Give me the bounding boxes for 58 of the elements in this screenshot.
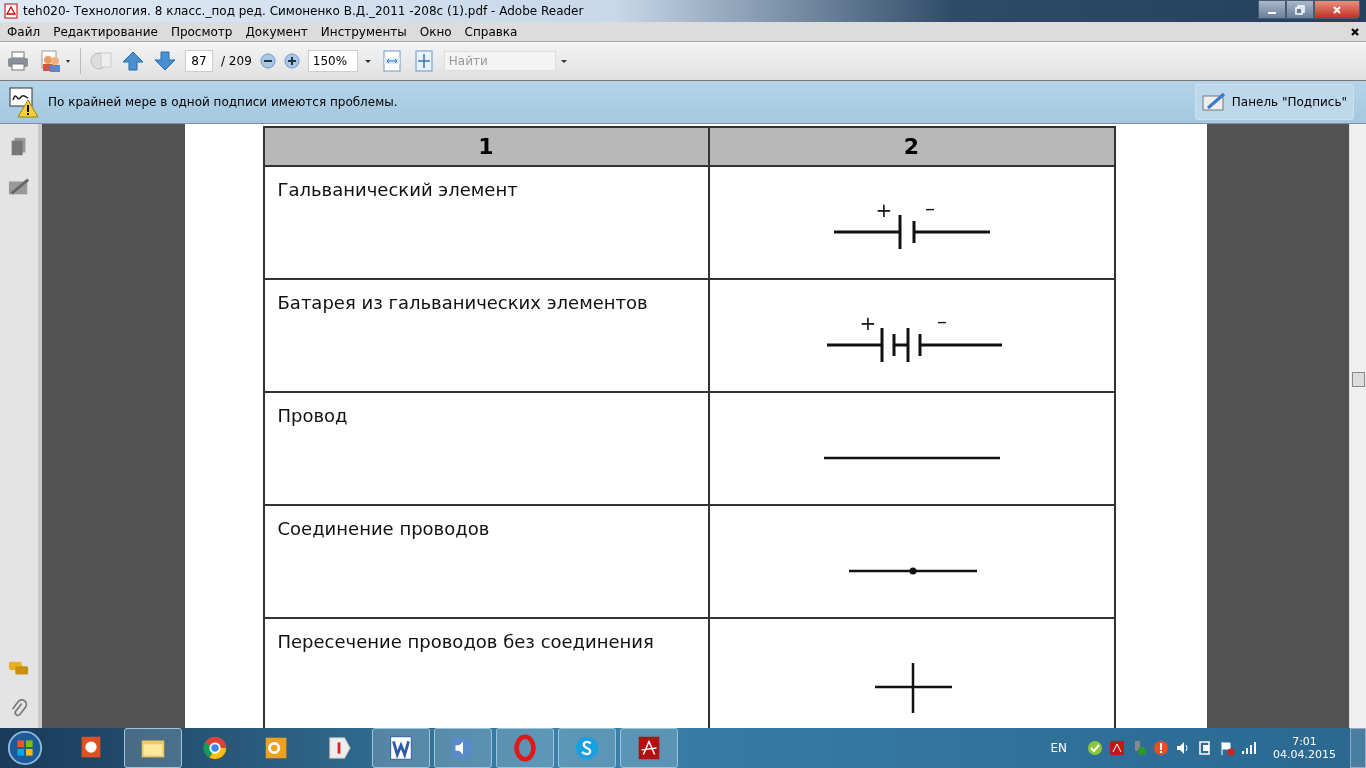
minimize-button[interactable] <box>1258 0 1286 19</box>
flag-error-icon[interactable] <box>1219 740 1235 756</box>
battery-symbol-drawing: + – <box>826 309 1002 362</box>
taskbar-button[interactable] <box>558 728 616 768</box>
menu-item[interactable]: Окно <box>419 24 452 39</box>
taskbar-button[interactable] <box>620 728 678 768</box>
signature-warning-icon <box>8 86 40 118</box>
menu-item[interactable]: Файл <box>7 24 41 39</box>
menu-item[interactable]: Просмотр <box>170 24 233 39</box>
check-badge-icon[interactable] <box>1087 740 1103 756</box>
close-button[interactable] <box>1314 0 1360 19</box>
zoom-in-icon[interactable] <box>283 53 300 69</box>
table-cell-text: Провод <box>276 404 348 426</box>
pen-icon <box>1201 92 1226 112</box>
down-arrow-icon[interactable] <box>153 49 177 73</box>
table-cell-text: Пересечение проводов без соединения <box>276 630 654 652</box>
table-cell-text: Батарея из гальванических элементов <box>276 291 648 313</box>
window-title: teh020- Технология. 8 класс._под ред. Симоненко В.Д._2011 -208с (1).pdf - Adobe Reader <box>23 4 584 18</box>
page-total: / 209 <box>221 54 252 68</box>
page-number-field[interactable]: 87 <box>185 50 213 72</box>
zoom-field[interactable]: 150% <box>307 50 358 72</box>
taskbar-button[interactable] <box>434 728 492 768</box>
scroll-thumb[interactable] <box>1352 372 1365 387</box>
minimize-icon <box>1267 11 1277 14</box>
language-indicator[interactable]: EN <box>1050 741 1067 755</box>
users-icon[interactable] <box>38 49 72 73</box>
search-field[interactable]: Найти <box>443 51 556 71</box>
signal-bars-icon[interactable] <box>1241 740 1257 756</box>
zoom-out-icon[interactable] <box>259 53 276 69</box>
table-cell-text: Гальванический элемент <box>276 178 518 200</box>
caret-icon[interactable] <box>363 57 372 65</box>
taskbar-button[interactable] <box>372 728 430 768</box>
print-icon[interactable] <box>6 49 30 73</box>
close-icon[interactable] <box>1350 26 1360 37</box>
pdf-icon <box>3 3 19 19</box>
clock-date[interactable]: 04.04.2015 <box>1273 748 1336 761</box>
restore-button[interactable] <box>1286 0 1314 19</box>
menu-item[interactable]: Справка <box>464 24 518 39</box>
caret-icon[interactable] <box>559 57 568 65</box>
signature-warning-message: По крайней мере в одной подписи имеются проблемы. <box>48 95 398 109</box>
clock-time[interactable]: 7:01 <box>1292 735 1317 748</box>
alert-icon[interactable] <box>1153 740 1169 756</box>
column-header: 2 <box>708 127 1115 166</box>
speaker-icon[interactable] <box>1175 740 1191 756</box>
menu-item[interactable]: Инструменты <box>320 24 407 39</box>
scrollbar[interactable] <box>1349 124 1366 728</box>
taskbar-button[interactable] <box>496 728 554 768</box>
up-arrow-icon[interactable] <box>121 49 145 73</box>
signature-panel-button[interactable]: Панель "Подпись" <box>1194 84 1354 120</box>
restore-icon <box>1295 4 1305 15</box>
column-header: 1 <box>263 127 709 166</box>
start-button[interactable] <box>6 729 44 767</box>
menu-item[interactable]: Документ <box>245 24 308 39</box>
close-icon <box>1332 4 1342 15</box>
table-cell-text: Соединение проводов <box>276 517 490 539</box>
menu-item[interactable]: Редактирование <box>53 24 158 39</box>
taskbar-button[interactable] <box>124 728 182 768</box>
cell-symbol-drawing: + – <box>833 196 990 249</box>
